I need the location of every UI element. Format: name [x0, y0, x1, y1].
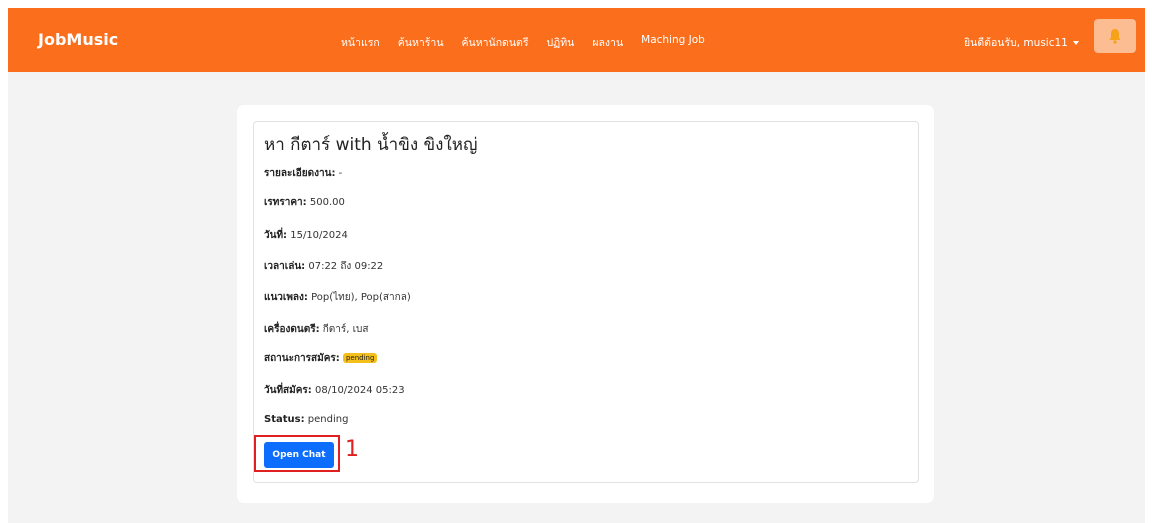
status-row: Status: pending	[264, 414, 349, 425]
user-dropdown[interactable]: ยินดีต้อนรับ, music11	[964, 34, 1079, 51]
notification-button[interactable]	[1094, 19, 1136, 53]
nav-link-matching-job[interactable]: Maching Job	[641, 34, 705, 51]
nav-link-home[interactable]: หน้าแรก	[341, 34, 380, 51]
application-status-row: สถานะการสมัคร: pending	[264, 351, 378, 366]
apply-date-row: วันที่สมัคร: 08/10/2024 05:23	[264, 385, 405, 396]
job-title: หา กีตาร์ with น้ำขิง ขิงใหญ่	[264, 135, 478, 155]
nav-link-find-musician[interactable]: ค้นหานักดนตรี	[462, 34, 529, 51]
navbar: JobMusic หน้าแรก ค้นหาร้าน ค้นหานักดนตรี…	[8, 8, 1145, 72]
instrument-row: เครื่องดนตรี: กีตาร์, เบส	[264, 324, 369, 335]
nav-link-portfolio[interactable]: ผลงาน	[592, 34, 623, 51]
nav-link-calendar[interactable]: ปฏิทิน	[547, 34, 575, 51]
user-greeting: ยินดีต้อนรับ, music11	[964, 37, 1068, 49]
bell-icon	[1109, 29, 1121, 44]
detail-row: รายละเอียดงาน: -	[264, 168, 343, 179]
open-chat-button[interactable]: Open Chat	[264, 442, 334, 468]
annotation-marker: 1	[345, 437, 359, 462]
brand-logo[interactable]: JobMusic	[38, 30, 118, 49]
chevron-down-icon	[1072, 40, 1079, 45]
price-row: เรทราคา: 500.00	[264, 197, 345, 208]
nav-link-find-shop[interactable]: ค้นหาร้าน	[398, 34, 444, 51]
genre-row: แนวเพลง: Pop(ไทย), Pop(สากล)	[264, 292, 411, 303]
time-row: เวลาเล่น: 07:22 ถึง 09:22	[264, 261, 384, 272]
status-badge: pending	[342, 353, 378, 363]
nav-links: หน้าแรก ค้นหาร้าน ค้นหานักดนตรี ปฏิทิน ผ…	[341, 34, 723, 51]
date-row: วันที่: 15/10/2024	[264, 230, 348, 241]
